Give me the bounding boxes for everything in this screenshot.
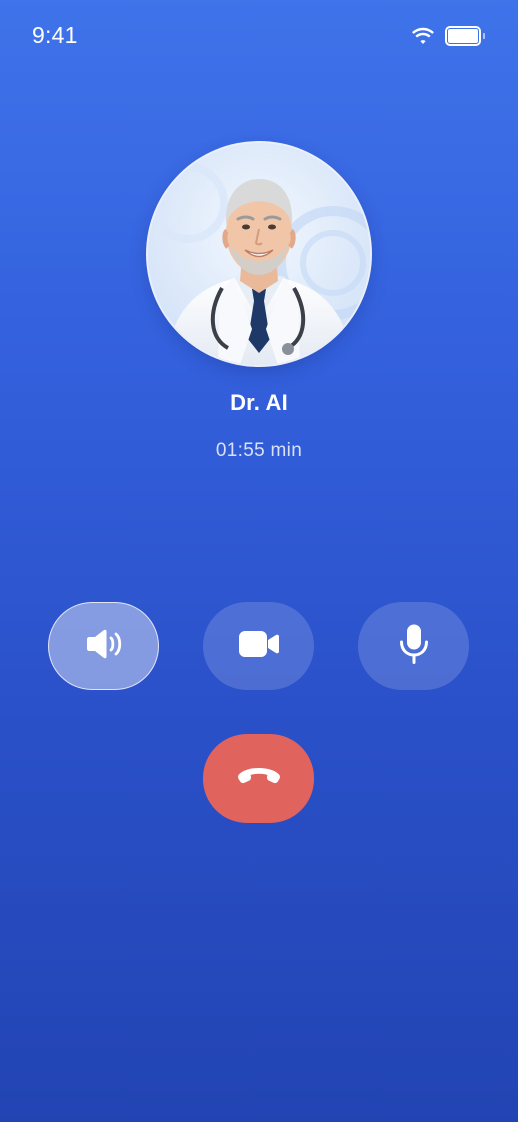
call-duration: 01:55 min	[215, 440, 303, 461]
video-button[interactable]	[203, 602, 314, 690]
battery-cap	[483, 33, 485, 39]
microphone-button[interactable]	[358, 602, 469, 690]
call-controls	[48, 602, 470, 690]
battery-body	[445, 26, 481, 46]
microphone-icon	[399, 624, 429, 669]
caller-name: Dr. AI	[230, 390, 288, 415]
hang-up-icon	[237, 767, 281, 790]
battery-icon	[445, 26, 485, 46]
video-camera-icon	[238, 630, 280, 663]
battery-level	[448, 29, 478, 43]
speaker-icon	[84, 629, 124, 664]
speaker-button[interactable]	[48, 602, 159, 690]
status-time: 9:41	[32, 22, 78, 48]
end-call-button[interactable]	[203, 734, 314, 823]
status-bar: 9:41	[0, 0, 518, 74]
call-screen: 9:41 Dr. AI 01:55 min	[0, 0, 518, 1122]
doctor-avatar	[148, 143, 370, 365]
wifi-icon	[411, 27, 435, 45]
status-icons	[411, 26, 485, 46]
